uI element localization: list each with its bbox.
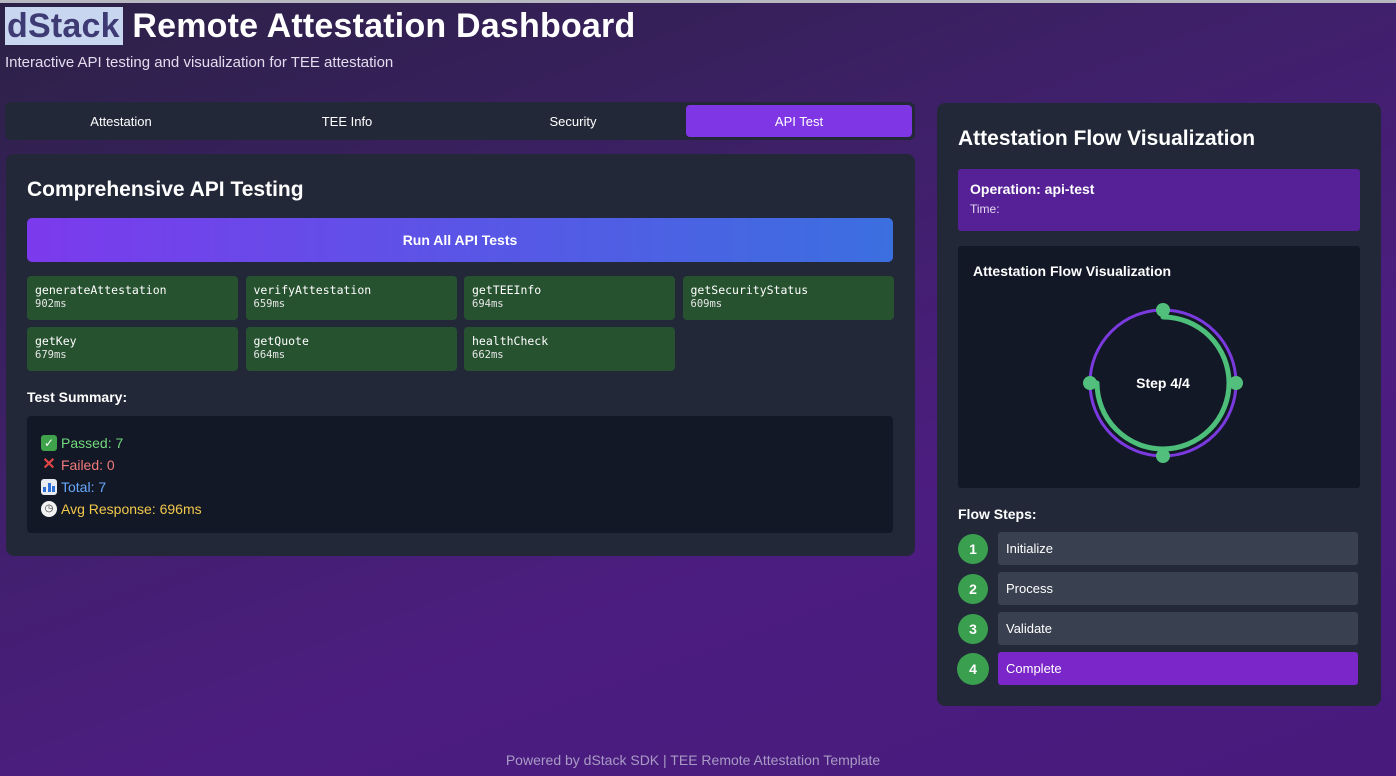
tab-security[interactable]: Security (460, 105, 686, 137)
step-number-badge: 1 (958, 533, 988, 564)
summary-total: Total: 7 (41, 476, 879, 498)
flow-step: 2 Process (958, 572, 1360, 605)
test-result-tile: getQuote 664ms (245, 327, 457, 371)
test-result-tile: getTEEInfo 694ms (464, 276, 675, 320)
test-result-tile: healthCheck 662ms (464, 327, 675, 371)
test-name: generateAttestation (35, 283, 167, 297)
test-name: getKey (35, 334, 77, 348)
step-label: Complete (998, 652, 1358, 685)
flow-steps-label: Flow Steps: (958, 506, 1037, 522)
test-time: 662ms (472, 349, 504, 361)
step-number-badge: 4 (957, 652, 989, 685)
bar-chart-icon (41, 479, 57, 495)
test-name: getSecurityStatus (690, 283, 809, 297)
summary-passed-text: Passed: 7 (61, 435, 124, 451)
stopwatch-icon: ◷ (41, 501, 57, 517)
summary-passed: ✓ Passed: 7 (41, 432, 879, 454)
run-all-tests-button[interactable]: Run All API Tests (27, 218, 893, 262)
flow-visualization-title: Attestation Flow Visualization (973, 263, 1172, 279)
test-name: healthCheck (472, 334, 549, 348)
test-summary-box: ✓ Passed: 7 ✕ Failed: 0 Total: 7 ◷ Avg R… (27, 416, 893, 533)
step-number-badge: 3 (958, 613, 988, 644)
flow-node-3 (1156, 449, 1170, 463)
test-result-tile: verifyAttestation 659ms (245, 276, 457, 320)
tab-attestation[interactable]: Attestation (8, 105, 234, 137)
step-number-badge: 2 (958, 573, 988, 604)
flow-steps-list: 1 Initialize 2 Process 3 Validate 4 Comp… (957, 532, 1360, 685)
flow-visualization: Attestation Flow Visualization Step 4/4 (958, 246, 1360, 488)
check-icon: ✓ (41, 435, 57, 451)
operation-time: Time: (970, 202, 1000, 216)
brand-name: dStack (5, 7, 123, 45)
tab-api-test[interactable]: API Test (686, 105, 912, 137)
flow-step: 1 Initialize (958, 532, 1360, 565)
page-header: dStack Remote Attestation Dashboard Inte… (5, 6, 635, 71)
tab-tee-info[interactable]: TEE Info (234, 105, 460, 137)
summary-failed-text: Failed: 0 (61, 457, 115, 473)
test-time: 664ms (253, 349, 286, 361)
operation-box: Operation: api-test Time: (958, 169, 1360, 231)
browser-top-border (0, 0, 1396, 3)
test-summary-label: Test Summary: (27, 389, 128, 405)
test-result-tile: getKey 679ms (27, 327, 238, 371)
operation-name: Operation: api-test (970, 181, 1095, 197)
test-time: 659ms (253, 298, 286, 310)
test-result-tile: getSecurityStatus 609ms (682, 276, 894, 320)
step-label: Validate (998, 612, 1358, 645)
test-result-tile: generateAttestation 902ms (27, 276, 238, 320)
flow-panel: Attestation Flow Visualization Operation… (937, 103, 1381, 706)
flow-step-current: 4 Complete (957, 652, 1360, 685)
step-label: Initialize (998, 532, 1358, 565)
summary-total-text: Total: 7 (61, 479, 107, 495)
step-label: Process (998, 572, 1358, 605)
test-name: getQuote (253, 334, 309, 348)
flow-panel-title: Attestation Flow Visualization (958, 127, 1256, 150)
test-time: 609ms (690, 298, 723, 310)
test-name: getTEEInfo (472, 283, 542, 297)
flow-ring-diagram: Step 4/4 (1083, 303, 1243, 463)
test-results-grid: generateAttestation 902ms verifyAttestat… (27, 276, 894, 371)
page-subtitle: Interactive API testing and visualizatio… (5, 54, 394, 71)
test-name: verifyAttestation (253, 283, 372, 297)
page-title: dStack Remote Attestation Dashboard (5, 6, 635, 46)
tab-bar: Attestation TEE Info Security API Test (5, 102, 915, 140)
flow-step-indicator: Step 4/4 (1136, 375, 1190, 391)
cross-icon: ✕ (42, 456, 56, 473)
test-time: 902ms (35, 298, 67, 310)
test-time: 694ms (472, 298, 504, 310)
flow-node-1 (1156, 303, 1170, 317)
summary-avg: ◷ Avg Response: 696ms (41, 498, 879, 520)
title-text: Remote Attestation Dashboard (132, 7, 636, 45)
summary-avg-text: Avg Response: 696ms (61, 501, 202, 517)
page-footer: Powered by dStack SDK | TEE Remote Attes… (505, 752, 881, 768)
api-testing-title: Comprehensive API Testing (27, 178, 304, 201)
flow-node-2 (1229, 376, 1243, 390)
test-time: 679ms (35, 349, 67, 361)
api-testing-card: Comprehensive API Testing Run All API Te… (6, 154, 915, 556)
summary-failed: ✕ Failed: 0 (41, 454, 879, 476)
flow-step: 3 Validate (958, 612, 1360, 645)
flow-node-4 (1083, 376, 1097, 390)
